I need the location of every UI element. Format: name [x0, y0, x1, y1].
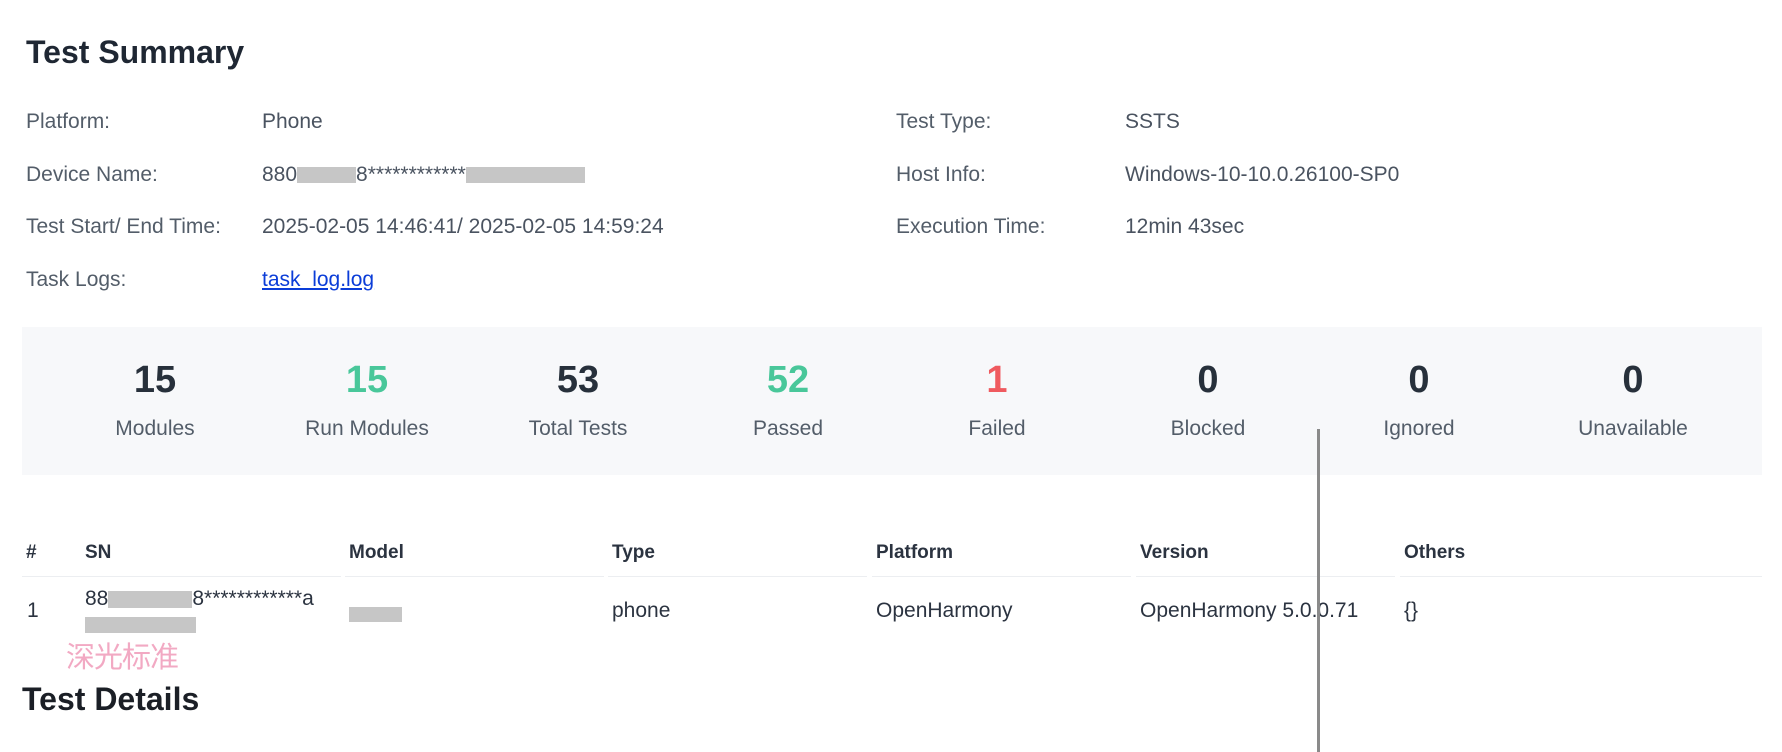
table-divider	[22, 576, 341, 577]
test-time-value: 2025-02-05 14:46:41/ 2025-02-05 14:59:24	[262, 215, 664, 238]
stat-value: 53	[556, 359, 600, 401]
table-divider	[1136, 576, 1395, 577]
row-others: {}	[1404, 599, 1419, 622]
test-type-value: SSTS	[1125, 110, 1180, 133]
stat-label: Run Modules	[305, 417, 429, 440]
vertical-divider-line	[1317, 429, 1320, 752]
stat-value: 52	[766, 359, 810, 401]
sn-prefix: 88	[85, 587, 109, 610]
execution-time-label: Execution Time:	[896, 215, 1046, 238]
redaction-block	[297, 167, 357, 184]
stat-label: Ignored	[1383, 417, 1455, 440]
stat-failed: 1 Failed	[897, 361, 1097, 441]
row-sn: 88 8************a	[85, 587, 314, 611]
stats-panel: 15 Modules 15 Run Modules 53 Total Tests…	[22, 327, 1762, 475]
device-name-label: Device Name:	[26, 163, 158, 186]
redaction-block	[108, 590, 193, 608]
table-header-type: Type	[612, 542, 655, 563]
table-divider	[872, 576, 1131, 577]
table-divider	[345, 576, 604, 577]
task-logs-value: task_log.log	[262, 268, 374, 292]
platform-value: Phone	[262, 110, 323, 133]
device-name-masked: 8************	[356, 163, 466, 186]
row-platform: OpenHarmony	[876, 599, 1013, 622]
model-redaction-block	[349, 607, 402, 622]
task-logs-label: Task Logs:	[26, 268, 127, 291]
table-divider	[1400, 576, 1762, 577]
stat-ignored: 0 Ignored	[1319, 361, 1519, 441]
redaction-block	[465, 167, 585, 184]
test-type-label: Test Type:	[896, 110, 992, 133]
stat-label: Blocked	[1170, 417, 1246, 440]
row-type: phone	[612, 599, 671, 622]
stat-value: 1	[986, 359, 1008, 401]
stat-label: Unavailable	[1578, 417, 1688, 440]
stat-label: Passed	[752, 417, 824, 440]
test-time-label: Test Start/ End Time:	[26, 215, 221, 238]
stat-total-tests: 53 Total Tests	[478, 361, 678, 441]
row-index: 1	[27, 599, 39, 622]
table-divider	[608, 576, 867, 577]
page-title: Test Summary	[26, 34, 245, 70]
execution-time-value: 12min 43sec	[1125, 215, 1245, 238]
redaction-block	[85, 617, 196, 633]
stat-value: 15	[345, 359, 389, 401]
host-info-value: Windows-10-10.0.26100-SP0	[1125, 163, 1400, 186]
stat-label: Modules	[115, 417, 195, 440]
table-header-platform: Platform	[876, 542, 954, 563]
host-info-label: Host Info:	[896, 163, 986, 186]
task-log-link[interactable]: task_log.log	[262, 268, 374, 291]
stat-value: 0	[1197, 359, 1219, 401]
table-header-model: Model	[349, 542, 404, 563]
stat-value: 0	[1408, 359, 1430, 401]
stat-value: 15	[133, 359, 177, 401]
stat-value: 0	[1622, 359, 1644, 401]
table-header-sn: SN	[85, 542, 112, 563]
stat-blocked: 0 Blocked	[1108, 361, 1308, 441]
watermark-text: 深光标准	[66, 640, 179, 674]
table-header-others: Others	[1404, 542, 1466, 563]
table-header-index: #	[26, 542, 37, 563]
stat-label: Total Tests	[528, 417, 628, 440]
stat-passed: 52 Passed	[688, 361, 888, 441]
sn-masked: 8************a	[192, 587, 314, 610]
stat-unavailable: 0 Unavailable	[1533, 361, 1733, 441]
stat-modules: 15 Modules	[55, 361, 255, 441]
stat-label: Failed	[968, 417, 1026, 440]
device-name-value: 880 8************	[262, 163, 585, 187]
test-details-title: Test Details	[22, 681, 200, 717]
table-header-version: Version	[1140, 542, 1209, 563]
stat-run-modules: 15 Run Modules	[267, 361, 467, 441]
row-version: OpenHarmony 5.0.0.71	[1140, 599, 1359, 622]
device-name-prefix: 880	[262, 163, 298, 186]
platform-label: Platform:	[26, 110, 111, 133]
